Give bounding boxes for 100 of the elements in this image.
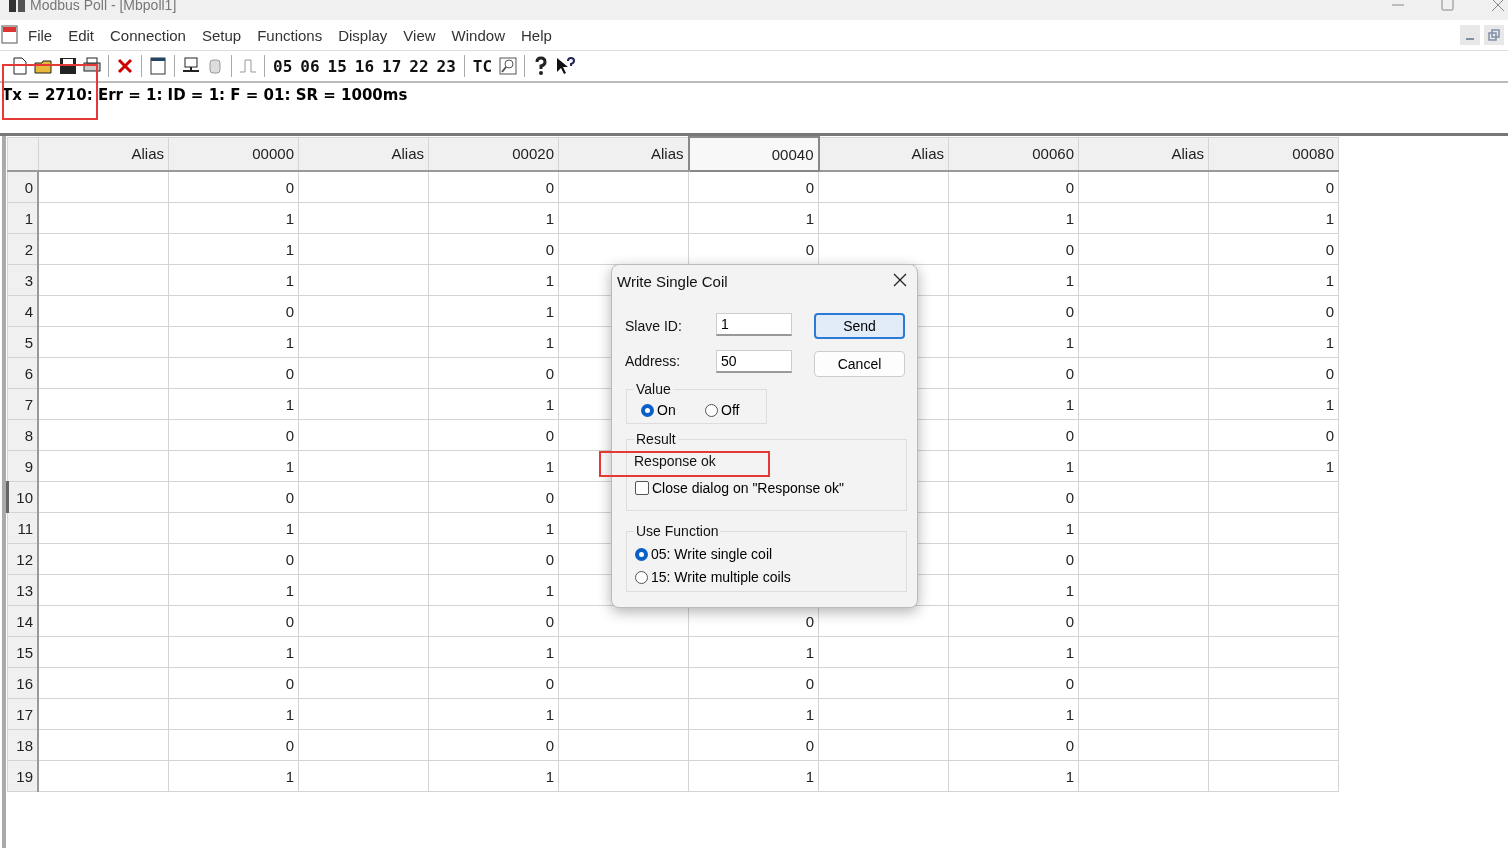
- group-title: Result: [634, 431, 678, 447]
- table-cell: 0: [428, 481, 559, 513]
- table-cell: 0: [428, 357, 559, 389]
- table-cell: 0: [948, 419, 1079, 451]
- menu-item[interactable]: Window: [443, 26, 513, 44]
- table-cell: 1: [168, 574, 299, 606]
- radio-option[interactable]: 05: Write single coil: [635, 546, 773, 562]
- table-cell: 1: [688, 636, 819, 668]
- row-header[interactable]: 17: [7, 698, 38, 730]
- window-icon[interactable]: [148, 56, 168, 76]
- row-header[interactable]: 16: [7, 667, 38, 699]
- row-header[interactable]: 9: [7, 450, 38, 482]
- column-header: Alias: [38, 137, 169, 171]
- column-header[interactable]: 00020: [428, 137, 559, 171]
- function-button[interactable]: 15: [325, 56, 349, 76]
- function-button[interactable]: 23: [434, 56, 458, 76]
- input-field[interactable]: 1: [716, 313, 792, 336]
- table-cell: 0: [168, 543, 299, 575]
- row-header[interactable]: 14: [7, 605, 38, 637]
- menu-item[interactable]: Connection: [102, 26, 194, 44]
- row-header[interactable]: 12: [7, 543, 38, 575]
- column-header[interactable]: 00080: [1208, 137, 1339, 171]
- menu-item[interactable]: Setup: [193, 26, 250, 44]
- minimize-icon: [1466, 38, 1474, 40]
- row-header[interactable]: 15: [7, 636, 38, 668]
- delete-icon[interactable]: [115, 56, 135, 76]
- magnifier-icon[interactable]: [498, 56, 519, 76]
- table-cell: 1: [168, 388, 299, 420]
- table-cell: 1: [688, 202, 819, 234]
- row-header[interactable]: 7: [7, 388, 38, 420]
- function-button[interactable]: 17: [380, 56, 404, 76]
- menu-item[interactable]: Functions: [249, 26, 331, 44]
- table-cell: 0: [428, 419, 559, 451]
- table-cell: 1: [948, 202, 1079, 234]
- table-cell: 1: [428, 760, 559, 792]
- row-header[interactable]: 19: [7, 760, 38, 792]
- radio-option[interactable]: 15: Write multiple coils: [635, 569, 791, 585]
- column-header[interactable]: 00060: [948, 137, 1079, 171]
- row-header[interactable]: 8: [7, 419, 38, 451]
- result-text: Response ok: [634, 453, 716, 469]
- table-cell: 0: [428, 233, 559, 265]
- row-header[interactable]: 10: [7, 481, 38, 513]
- table-cell: 1: [428, 574, 559, 606]
- tc-button[interactable]: TC: [470, 56, 495, 76]
- app-icon: [8, 0, 26, 14]
- table-cell: 0: [948, 481, 1079, 513]
- dialog-button[interactable]: Cancel: [814, 351, 905, 377]
- input-field[interactable]: 50: [716, 350, 792, 373]
- table-cell: 1: [948, 388, 1079, 420]
- table-cell: 0: [428, 667, 559, 699]
- context-help-icon[interactable]: [555, 56, 576, 76]
- row-header[interactable]: 2: [7, 233, 38, 265]
- table-cell: 1: [168, 326, 299, 358]
- table-cell: 1: [688, 698, 819, 730]
- status-text: Tx = 2710: Err = 1: ID = 1: F = 01: SR = 1000ms: [2, 86, 408, 104]
- menu-item[interactable]: View: [395, 26, 444, 44]
- menu-item[interactable]: Help: [512, 26, 560, 44]
- function-button[interactable]: 16: [352, 56, 377, 76]
- row-header[interactable]: 3: [7, 264, 38, 296]
- row-header[interactable]: 4: [7, 295, 38, 327]
- table-cell: 0: [428, 605, 559, 637]
- table-cell: 0: [168, 605, 299, 637]
- table-cell: 0: [168, 481, 299, 513]
- table-cell: 0: [428, 171, 559, 203]
- column-header[interactable]: 00000: [168, 137, 299, 171]
- menu-item[interactable]: Display: [330, 26, 396, 44]
- function-button[interactable]: 22: [407, 56, 431, 76]
- dialog-button[interactable]: Send: [814, 313, 905, 339]
- checkbox[interactable]: Close dialog on "Response ok": [635, 480, 845, 496]
- table-cell: 0: [168, 419, 299, 451]
- table-cell: 0: [948, 295, 1079, 327]
- column-header[interactable]: 00040: [688, 137, 819, 171]
- row-header[interactable]: 11: [7, 512, 38, 544]
- radio-option[interactable]: On: [641, 402, 676, 418]
- table-cell: 1: [948, 326, 1079, 358]
- function-button[interactable]: 06: [298, 56, 322, 76]
- table-cell: 1: [168, 264, 299, 296]
- function-button[interactable]: 05: [271, 56, 295, 76]
- table-cell: 1: [948, 450, 1079, 482]
- menu-item[interactable]: Edit: [60, 26, 103, 44]
- minimize-button[interactable]: [1460, 25, 1480, 45]
- menu-item[interactable]: File: [20, 26, 61, 44]
- table-cell: 0: [1208, 171, 1339, 203]
- radio-option[interactable]: Off: [705, 402, 740, 418]
- table-cell: 0: [948, 729, 1079, 761]
- table-cell: 1: [688, 760, 819, 792]
- column-header: Alias: [298, 137, 429, 171]
- table-cell: 1: [168, 760, 299, 792]
- table-cell: 1: [428, 636, 559, 668]
- table-cell: 1: [168, 636, 299, 668]
- field-label: Slave ID:: [625, 318, 682, 334]
- row-header[interactable]: 0: [7, 171, 38, 203]
- table-cell: 0: [1208, 295, 1339, 327]
- row-header[interactable]: 18: [7, 729, 38, 761]
- row-header[interactable]: 5: [7, 326, 38, 358]
- row-header[interactable]: 13: [7, 574, 38, 606]
- row-header[interactable]: 6: [7, 357, 38, 389]
- row-header[interactable]: 1: [7, 202, 38, 234]
- table-cell: 0: [948, 233, 1079, 265]
- table-cell: 1: [1208, 450, 1339, 482]
